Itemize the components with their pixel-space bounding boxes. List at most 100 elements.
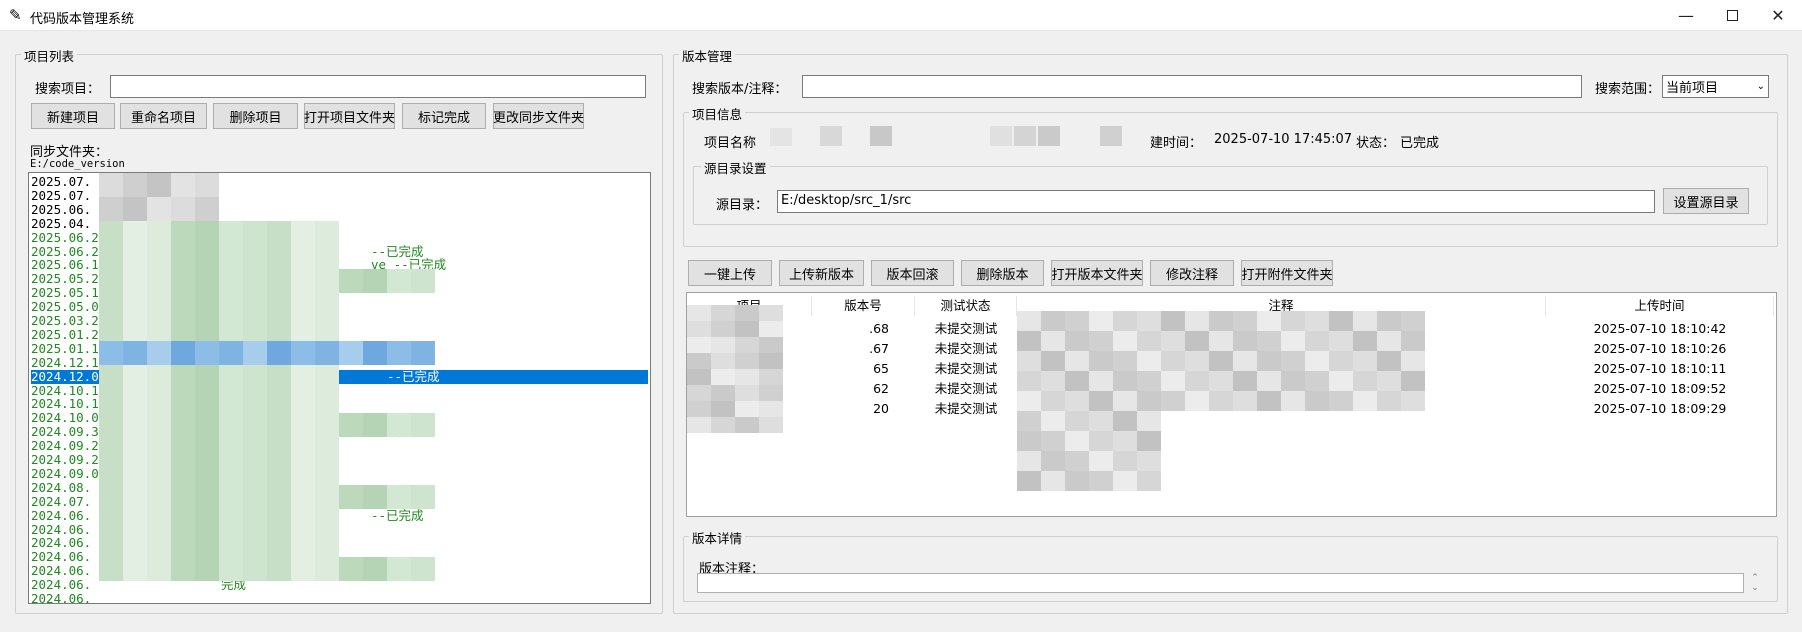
mosaic-tile xyxy=(1113,411,1137,431)
mosaic-tile xyxy=(1353,351,1377,371)
version-table[interactable]: 项目版本号测试状态注释上传时间 .68未提交测试2025-07-10 18:10… xyxy=(686,292,1777,517)
mosaic-tile xyxy=(243,317,267,341)
mosaic-tile xyxy=(1161,331,1185,351)
mosaic-tile xyxy=(123,437,147,461)
mosaic-tile xyxy=(759,401,783,417)
project-listbox[interactable]: 2025.07. 2025.07. 2025.06. 2025.04. 2025.06.… xyxy=(28,172,651,604)
mosaic-tile xyxy=(171,509,195,533)
upload-time-cell: 2025-07-10 18:10:11 xyxy=(1593,361,1727,376)
version-action-button[interactable]: 删除版本 xyxy=(961,260,1044,286)
mosaic-tile xyxy=(1233,371,1257,391)
mosaic-tile xyxy=(735,321,759,337)
mosaic-tile xyxy=(219,557,243,581)
mosaic-tile xyxy=(711,369,735,385)
mosaic-tile xyxy=(243,221,267,245)
mosaic-tile xyxy=(1017,391,1041,411)
project-list-item-date: 2024.06. xyxy=(31,577,92,593)
project-list-item-date: 2025.06. xyxy=(31,201,92,217)
mosaic-tile xyxy=(1353,371,1377,391)
mosaic-tile xyxy=(315,557,339,581)
test-status-cell: 未提交测试 xyxy=(934,321,998,336)
mosaic-tile xyxy=(759,369,783,385)
mosaic-tile xyxy=(267,293,291,317)
mosaic-tile xyxy=(687,385,711,401)
version-action-button[interactable]: 修改注释 xyxy=(1150,260,1234,286)
version-action-button[interactable]: 上传新版本 xyxy=(779,260,864,286)
mosaic-tile xyxy=(1041,371,1065,391)
mosaic-tile xyxy=(99,173,123,197)
project-button[interactable]: 重命名项目 xyxy=(120,103,207,129)
project-button[interactable]: 更改同步文件夹 xyxy=(493,103,584,129)
project-list-item-date: 2024.09.2 xyxy=(31,452,99,467)
project-list-item-date: 2024.06. xyxy=(31,521,92,537)
project-list-item-date: 2024.08. xyxy=(31,479,92,495)
mosaic-tile xyxy=(1257,371,1281,391)
mosaic-tile xyxy=(219,269,243,293)
mosaic-tile xyxy=(99,365,123,389)
mosaic-tile xyxy=(147,389,171,413)
project-list-item[interactable]: 2024.06. xyxy=(31,592,648,604)
mosaic-tile xyxy=(759,417,783,433)
mosaic-tile xyxy=(1041,411,1065,431)
mosaic-tile xyxy=(1113,351,1137,371)
mosaic-tile xyxy=(735,353,759,369)
mosaic-tile xyxy=(1329,371,1353,391)
mosaic-tile xyxy=(171,197,195,221)
mosaic-tile xyxy=(687,353,711,369)
version-action-button[interactable]: 版本回滚 xyxy=(871,260,954,286)
version-comment-text[interactable] xyxy=(697,573,1744,593)
mosaic-tile xyxy=(1065,411,1089,431)
mosaic-tile xyxy=(123,293,147,317)
mosaic-tile xyxy=(1257,351,1281,371)
mosaic-tile xyxy=(195,221,219,245)
table-header[interactable]: 测试状态 xyxy=(915,296,1017,316)
project-list-item-date: 2024.12.1 xyxy=(31,354,99,370)
search-scope-select[interactable]: 当前项目 ⌄ xyxy=(1662,75,1769,98)
mosaic-tile xyxy=(315,245,339,269)
table-header[interactable]: 上传时间 xyxy=(1546,296,1774,316)
mosaic-tile xyxy=(1329,311,1353,331)
mosaic-tile xyxy=(315,269,339,293)
mosaic-tile xyxy=(387,413,411,437)
mosaic-tile xyxy=(1185,311,1209,331)
project-list-item-date: 2025.03.2 xyxy=(31,313,99,328)
mosaic-tile xyxy=(1089,411,1113,431)
mosaic-tile xyxy=(1305,391,1329,411)
source-dir-input[interactable]: E:/desktop/src_1/src xyxy=(777,190,1655,213)
minimize-button[interactable]: — xyxy=(1663,0,1709,31)
mosaic-tile xyxy=(267,269,291,293)
mosaic-tile xyxy=(1113,431,1137,451)
version-action-button[interactable]: 打开附件文件夹 xyxy=(1241,260,1333,286)
mosaic-tile xyxy=(195,557,219,581)
mosaic-tile xyxy=(1401,331,1425,351)
mosaic-tile xyxy=(267,413,291,437)
project-button[interactable]: 打开项目文件夹 xyxy=(304,103,395,129)
close-button[interactable]: ✕ xyxy=(1755,0,1801,31)
project-button[interactable]: 新建项目 xyxy=(31,103,115,129)
mosaic-tile xyxy=(1161,311,1185,331)
mosaic-tile xyxy=(315,485,339,509)
mosaic-tile xyxy=(387,557,411,581)
table-header[interactable]: 版本号 xyxy=(812,296,915,316)
project-list-item-date: 2024.10.1 xyxy=(31,382,99,398)
mosaic-tile xyxy=(759,321,783,337)
version-search-input[interactable] xyxy=(802,75,1582,98)
set-source-dir-button[interactable]: 设置源目录 xyxy=(1663,188,1749,214)
project-button[interactable]: 标记完成 xyxy=(402,103,486,129)
version-action-button[interactable]: 一键上传 xyxy=(688,260,772,286)
mosaic-tile xyxy=(219,341,243,365)
mosaic-tile xyxy=(267,389,291,413)
mosaic-tile xyxy=(267,365,291,389)
maximize-button[interactable] xyxy=(1709,0,1755,31)
mosaic-tile xyxy=(1161,351,1185,371)
project-button[interactable]: 删除项目 xyxy=(213,103,298,129)
mosaic-tile xyxy=(1041,311,1065,331)
comment-scrollbar[interactable]: ⌃ ⌄ xyxy=(1748,573,1762,595)
mosaic-tile xyxy=(687,337,711,353)
mosaic-tile xyxy=(1113,311,1137,331)
mosaic-tile xyxy=(1329,331,1353,351)
title-bar: ✎ 代码版本管理系统 — ✕ xyxy=(0,0,1802,31)
version-action-button[interactable]: 打开版本文件夹 xyxy=(1051,260,1143,286)
mosaic-tile xyxy=(1209,311,1233,331)
project-search-input[interactable] xyxy=(110,75,646,98)
